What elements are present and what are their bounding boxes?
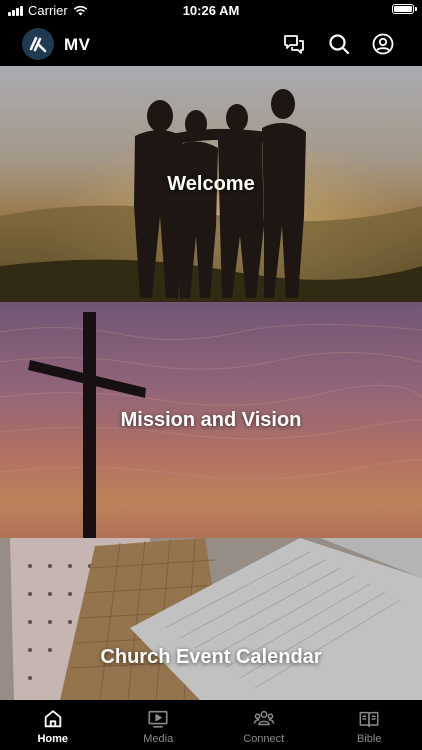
tab-bible[interactable]: Bible — [317, 700, 422, 750]
mission-vision-tile[interactable]: Mission and Vision — [0, 302, 422, 538]
logo-mark-icon — [29, 36, 47, 53]
mission-vision-label: Mission and Vision — [120, 408, 302, 431]
welcome-label: Welcome — [167, 172, 255, 195]
bible-icon — [359, 711, 379, 728]
welcome-tile[interactable]: Welcome — [0, 66, 422, 302]
app-title: MV — [64, 35, 91, 54]
tab-media[interactable]: Media — [106, 700, 212, 750]
media-icon — [148, 710, 168, 728]
app-logo[interactable] — [22, 28, 54, 60]
status-bar: Carrier 10:26 AM — [0, 0, 422, 22]
account-icon[interactable] — [371, 32, 395, 56]
chat-icon[interactable] — [282, 32, 306, 56]
tab-home[interactable]: Home — [0, 700, 106, 750]
calendar-overlay — [0, 538, 422, 700]
tab-media-label: Media — [143, 733, 174, 745]
battery-icon — [392, 4, 417, 14]
home-icon — [44, 710, 61, 728]
search-icon[interactable] — [327, 32, 351, 56]
event-calendar-tile[interactable]: Church Event Calendar — [0, 538, 422, 700]
tab-connect-label: Connect — [243, 733, 285, 745]
connect-icon — [253, 710, 275, 726]
tab-bible-label: Bible — [357, 733, 382, 745]
app-header: MV — [0, 22, 422, 66]
tab-home-label: Home — [37, 733, 69, 745]
status-time: 10:26 AM — [182, 3, 240, 18]
tab-connect[interactable]: Connect — [211, 700, 317, 750]
event-calendar-label: Church Event Calendar — [100, 645, 322, 668]
bottom-tab-bar: Home Media Connect Bible — [0, 700, 422, 750]
